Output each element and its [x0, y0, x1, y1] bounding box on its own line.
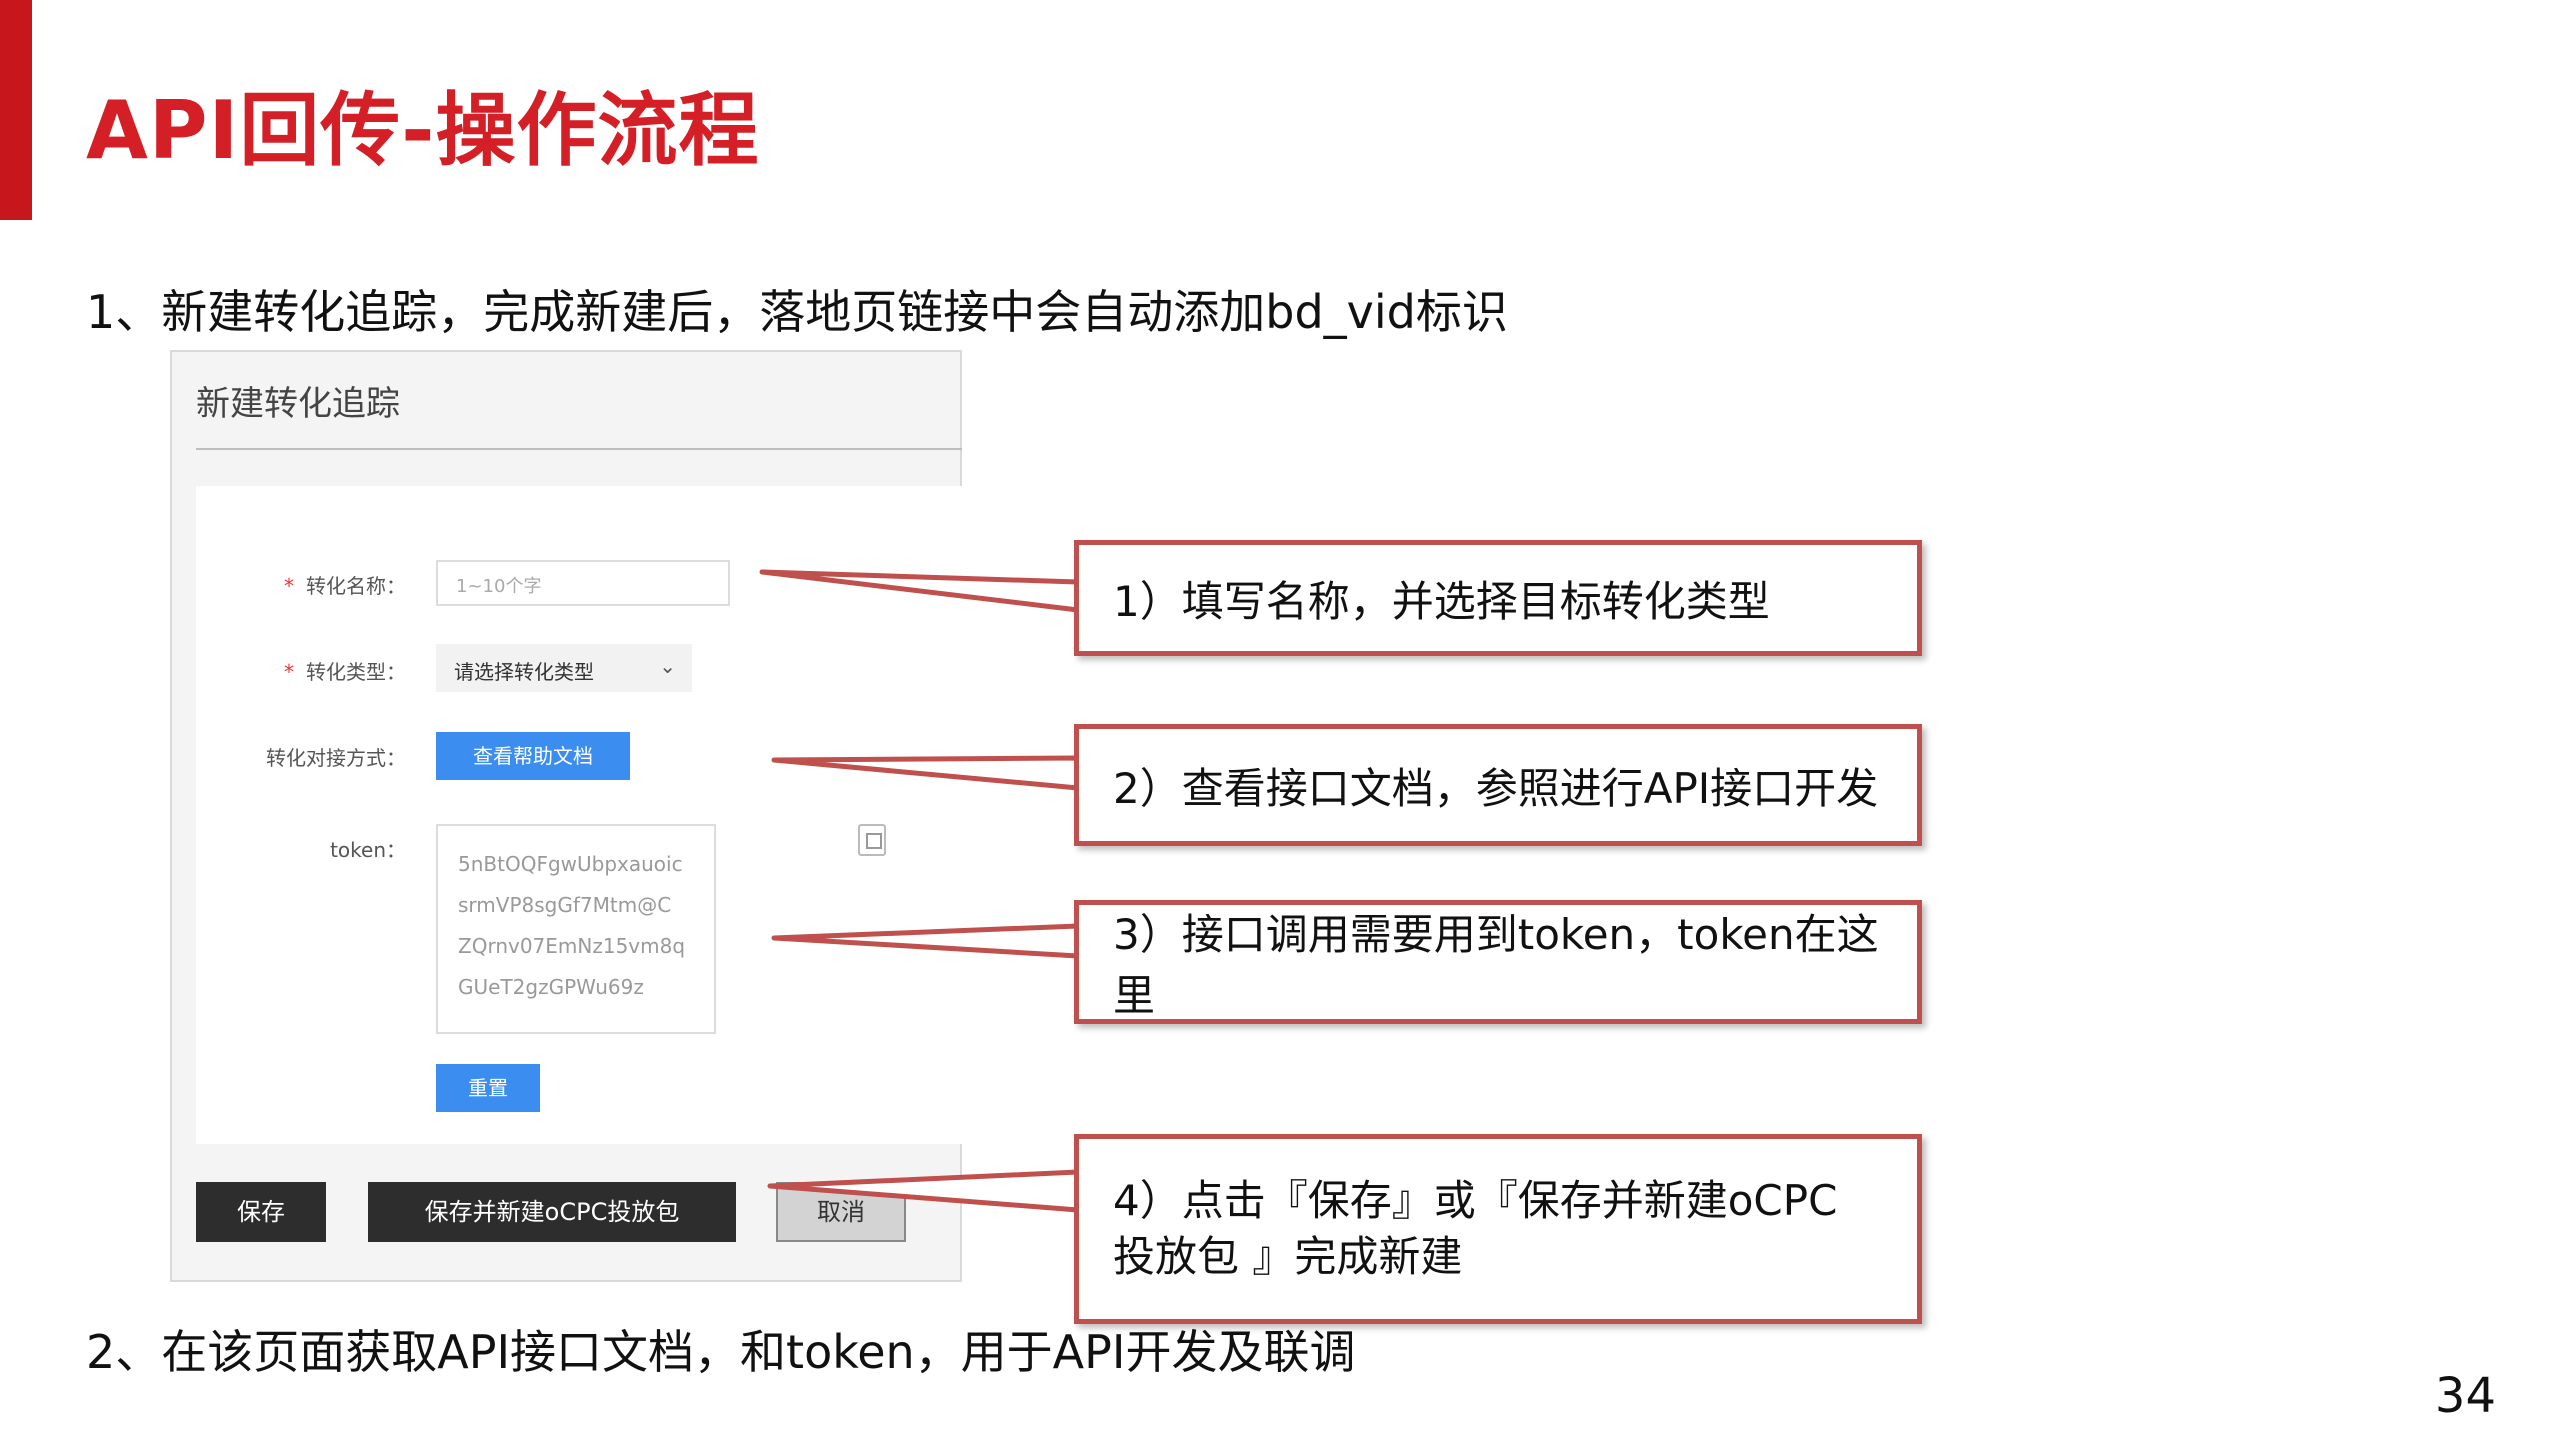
callout-pointer-2: [771, 755, 1081, 791]
callout-2-text: 2）查看接口文档，参照进行API接口开发: [1113, 763, 1879, 813]
callout-pointer-4: [767, 1169, 1081, 1213]
page-number: 34: [2434, 1368, 2496, 1424]
callout-pointer-1: [759, 569, 1081, 613]
callout-pointer-3: [771, 923, 1081, 959]
callout-1-text: 1）填写名称，并选择目标转化类型: [1113, 576, 1770, 626]
step-2-text: 2、在该页面获取API接口文档，和token，用于API开发及联调: [86, 1325, 1356, 1379]
callout-4: 4）点击『保存』或『保存并新建oCPC 投放包 』完成新建: [1074, 1134, 1922, 1324]
callout-1: 1）填写名称，并选择目标转化类型: [1074, 540, 1922, 656]
callout-2: 2）查看接口文档，参照进行API接口开发: [1074, 724, 1922, 846]
callout-4-text: 4）点击『保存』或『保存并新建oCPC 投放包 』完成新建: [1113, 1176, 1838, 1281]
callout-3: 3）接口调用需要用到token，token在这里: [1074, 900, 1922, 1024]
callout-3-text: 3）接口调用需要用到token，token在这里: [1113, 910, 1879, 1020]
